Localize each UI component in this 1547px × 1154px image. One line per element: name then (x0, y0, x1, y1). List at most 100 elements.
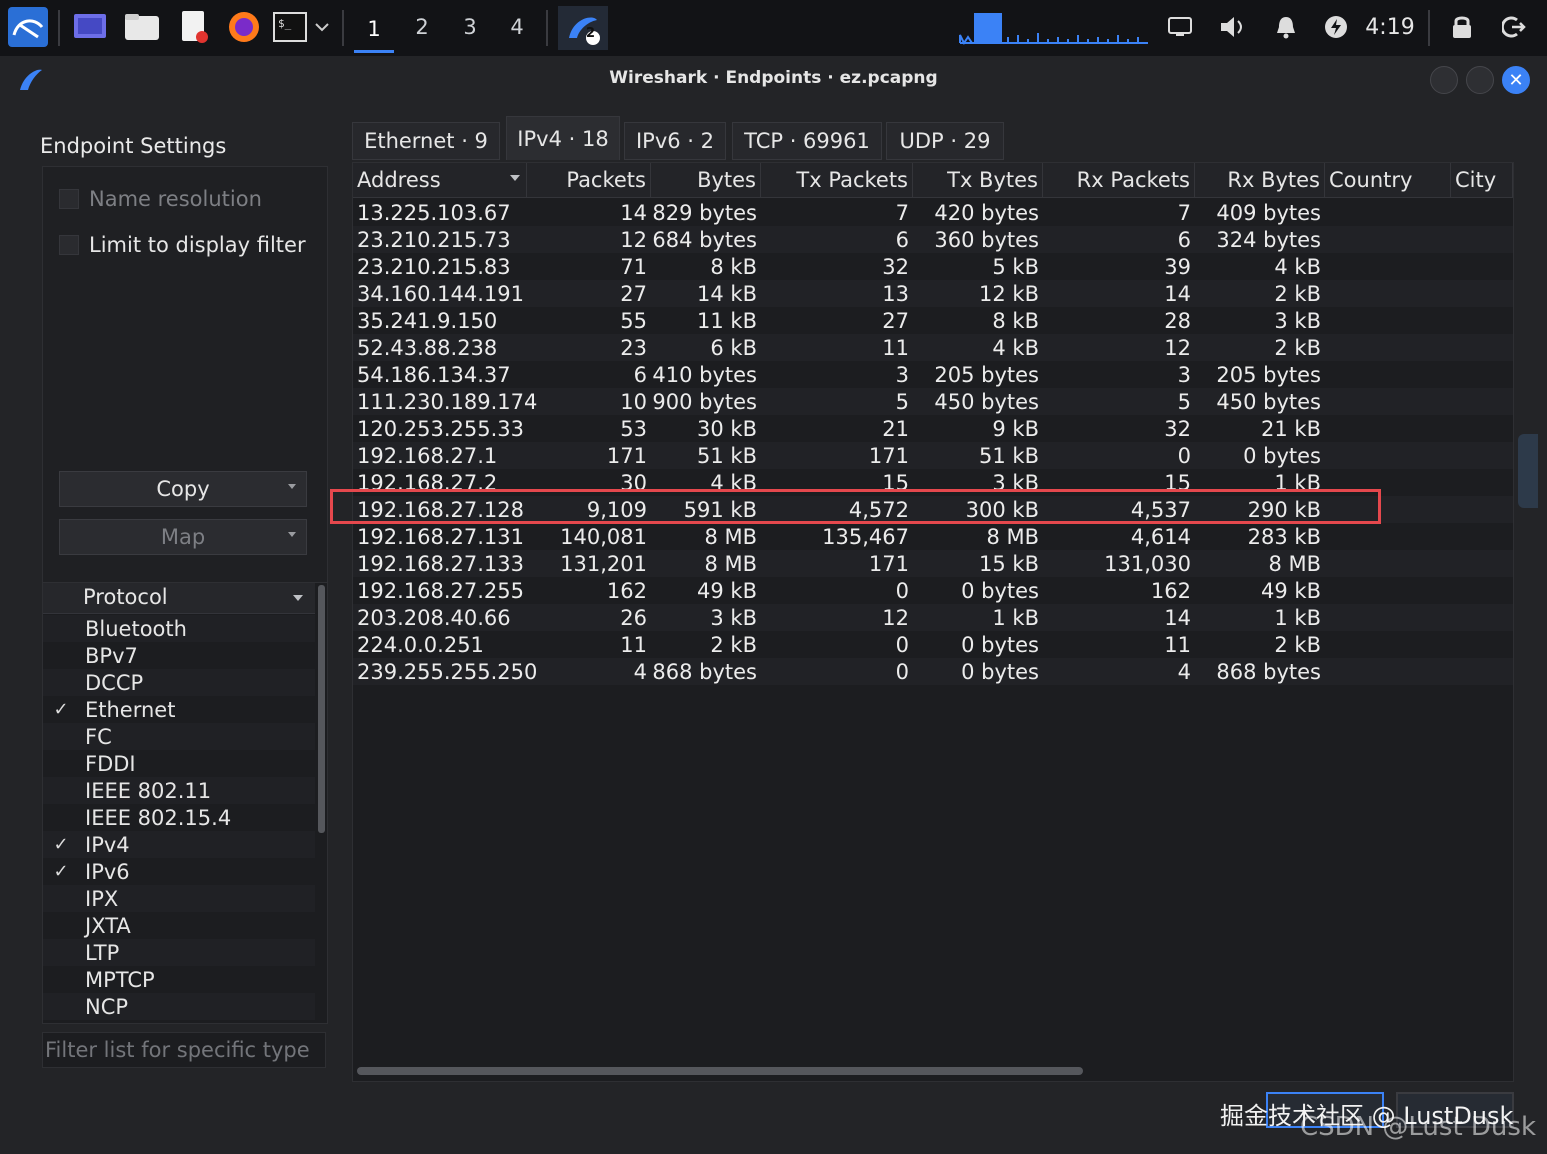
table-cell (1325, 496, 1451, 523)
table-cell: 120.253.255.33 (357, 416, 524, 441)
protocol-item[interactable]: IEEE 802.11 (43, 777, 315, 804)
side-panel-handle[interactable] (1518, 434, 1538, 508)
horizontal-scrollbar[interactable] (357, 1067, 1083, 1075)
monitor-icon[interactable] (1166, 8, 1194, 46)
protocol-item[interactable]: FC (43, 723, 315, 750)
desktop-icon[interactable] (70, 8, 110, 46)
table-row[interactable]: 23.210.215.83 71 8 kB 32 5 kB 39 4 kB (353, 253, 1513, 280)
column-header[interactable]: Rx Packets (1043, 163, 1195, 197)
file-manager-icon[interactable] (120, 8, 164, 46)
protocol-item[interactable]: LTP (43, 939, 315, 966)
firefox-icon[interactable] (222, 8, 266, 46)
column-header[interactable]: Packets (527, 163, 651, 197)
table-cell: 0 (895, 632, 909, 657)
volume-icon[interactable] (1218, 8, 1248, 46)
table-row[interactable]: 52.43.88.238 23 6 kB 11 4 kB 12 2 kB (353, 334, 1513, 361)
column-header[interactable]: Address (353, 163, 527, 197)
table-cell: 4 kB (710, 470, 757, 495)
workspace-1[interactable]: 1 (354, 8, 394, 53)
table-row[interactable]: 192.168.27.255 162 49 kB 0 0 bytes 162 49 kB (353, 577, 1513, 604)
power-manager-icon[interactable] (1322, 8, 1350, 46)
protocol-item[interactable]: MPTCP (43, 966, 315, 993)
lock-icon[interactable] (1448, 8, 1476, 46)
workspace-4[interactable]: 4 (497, 8, 537, 46)
table-cell: 324 bytes (1216, 227, 1321, 252)
table-cell: 54.186.134.37 (357, 362, 511, 387)
column-header[interactable]: Tx Bytes (913, 163, 1043, 197)
column-header[interactable]: Bytes (651, 163, 761, 197)
column-header[interactable]: Country (1325, 163, 1451, 197)
protocol-header[interactable]: Protocol (43, 583, 315, 614)
tab-ipv6[interactable]: IPv6 · 2 (624, 122, 726, 160)
table-row[interactable]: 35.241.9.150 55 11 kB 27 8 kB 28 3 kB (353, 307, 1513, 334)
table-cell: 14 (1164, 605, 1191, 630)
column-header[interactable]: City (1451, 163, 1513, 197)
tab-ethernet[interactable]: Ethernet · 9 (352, 122, 500, 160)
table-row[interactable]: 192.168.27.2 30 4 kB 15 3 kB 15 1 kB (353, 469, 1513, 496)
table-row[interactable]: 111.230.189.174 10 900 bytes 5 450 bytes 5 450… (353, 388, 1513, 415)
table-row[interactable]: 192.168.27.131 140,081 8 MB 135,467 8 MB 4,61… (353, 523, 1513, 550)
table-row[interactable]: 192.168.27.133 131,201 8 MB 171 15 kB 131,030… (353, 550, 1513, 577)
table-cell: 205 bytes (934, 362, 1039, 387)
bell-icon[interactable] (1272, 8, 1300, 46)
limit-to-display-filter-checkbox[interactable]: Limit to display filter (59, 233, 306, 257)
protocol-list[interactable]: Protocol Bluetooth BPv7 DCCP ✓ Ethernet FC FDD… (42, 582, 328, 1024)
column-header[interactable]: Tx Packets (761, 163, 913, 197)
terminal-icon[interactable]: $_ (270, 8, 310, 46)
copy-button[interactable]: Copy (59, 471, 307, 507)
table-row[interactable]: 192.168.27.128 9,109 591 kB 4,572 300 kB 4,53… (353, 496, 1513, 523)
endpoints-table[interactable]: Address Packets Bytes Tx Packets Tx Bytes Rx … (352, 162, 1514, 1082)
table-row[interactable]: 239.255.255.250 4 868 bytes 0 0 bytes 4 868 by… (353, 658, 1513, 685)
protocol-item[interactable]: NCP (43, 993, 315, 1020)
table-cell: 49 kB (1261, 578, 1321, 603)
text-editor-icon[interactable] (172, 8, 216, 46)
chevron-down-icon[interactable] (312, 8, 332, 46)
maximize-button[interactable] (1466, 66, 1494, 94)
protocol-scrollbar[interactable] (318, 585, 325, 833)
protocol-item[interactable]: IPX (43, 885, 315, 912)
protocol-item[interactable]: IEEE 802.15.4 (43, 804, 315, 831)
protocol-item[interactable]: ✓ Ethernet (43, 696, 315, 723)
protocol-item[interactable]: JXTA (43, 912, 315, 939)
tab-ipv4[interactable]: IPv4 · 18 (506, 116, 620, 160)
checkbox-box[interactable] (59, 235, 79, 255)
table-cell (1451, 658, 1513, 685)
protocol-filter-input[interactable]: Filter list for specific type (42, 1032, 326, 1068)
table-row[interactable]: 203.208.40.66 26 3 kB 12 1 kB 14 1 kB (353, 604, 1513, 631)
protocol-checkbox[interactable]: ✓ (51, 861, 71, 882)
wireshark-taskbar-icon[interactable]: 2 (558, 6, 608, 50)
close-button[interactable]: ✕ (1502, 66, 1530, 94)
protocol-item[interactable]: Bluetooth (43, 615, 315, 642)
minimize-button[interactable] (1430, 66, 1458, 94)
protocol-item[interactable]: ✓ IPv6 (43, 858, 315, 885)
clock[interactable]: 4:19 (1364, 8, 1416, 46)
table-cell: 135,467 (822, 524, 909, 549)
table-cell: 868 bytes (652, 659, 757, 684)
column-header[interactable]: Rx Bytes (1195, 163, 1325, 197)
table-row[interactable]: 23.210.215.73 12 684 bytes 6 360 bytes 6 324 b… (353, 226, 1513, 253)
protocol-checkbox[interactable]: ✓ (51, 834, 71, 855)
logout-icon[interactable] (1500, 8, 1528, 46)
kali-menu-icon[interactable] (6, 7, 50, 47)
table-row[interactable]: 54.186.134.37 6 410 bytes 3 205 bytes 3 205 by… (353, 361, 1513, 388)
table-row[interactable]: 224.0.0.251 11 2 kB 0 0 bytes 11 2 kB (353, 631, 1513, 658)
name-resolution-checkbox[interactable]: Name resolution (59, 187, 262, 211)
table-row[interactable]: 192.168.27.1 171 51 kB 171 51 kB 0 0 bytes (353, 442, 1513, 469)
table-row[interactable]: 34.160.144.191 27 14 kB 13 12 kB 14 2 kB (353, 280, 1513, 307)
sort-arrow-icon (510, 175, 520, 181)
checkbox-box[interactable] (59, 189, 79, 209)
table-cell (1451, 280, 1513, 307)
table-row[interactable]: 13.225.103.67 14 829 bytes 7 420 bytes 7 409 b… (353, 199, 1513, 226)
protocol-item[interactable]: BPv7 (43, 642, 315, 669)
protocol-item[interactable]: FDDI (43, 750, 315, 777)
protocol-item[interactable]: ✓ IPv4 (43, 831, 315, 858)
tab-tcp[interactable]: TCP · 69961 (732, 122, 882, 160)
protocol-checkbox[interactable]: ✓ (51, 699, 71, 720)
workspace-2[interactable]: 2 (402, 8, 442, 46)
protocol-item[interactable]: DCCP (43, 669, 315, 696)
table-cell: 21 kB (1261, 416, 1321, 441)
map-button[interactable]: Map (59, 519, 307, 555)
table-row[interactable]: 120.253.255.33 53 30 kB 21 9 kB 32 21 kB (353, 415, 1513, 442)
workspace-3[interactable]: 3 (450, 8, 490, 46)
tab-udp[interactable]: UDP · 29 (886, 122, 1004, 160)
